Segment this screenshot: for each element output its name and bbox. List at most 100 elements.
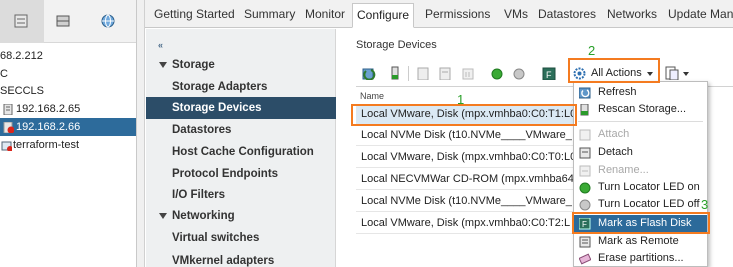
menu-item-mark-as-remote[interactable]: Mark as Remote — [574, 233, 707, 250]
object-tabs: Getting Started Summary Monitor Configur… — [145, 0, 733, 28]
highlight-box-step-3 — [572, 212, 710, 234]
led-off-icon — [579, 199, 591, 211]
tab-datastores[interactable]: Datastores — [534, 3, 600, 28]
nav-io-filters[interactable]: I/O Filters — [146, 184, 336, 206]
menu-item-attach[interactable]: Attach — [574, 126, 707, 143]
toolbar-separator — [408, 66, 409, 81]
column-header-name[interactable]: Name — [360, 91, 384, 101]
menu-item-led-on[interactable]: Turn Locator LED on — [574, 179, 707, 196]
nav-storage-adapters[interactable]: Storage Adapters — [146, 76, 336, 98]
refresh-icon[interactable] — [362, 66, 376, 80]
menu-item-detach[interactable]: Detach — [574, 144, 707, 161]
highlight-box-step-2 — [568, 58, 660, 83]
menu-item-label: Rescan Storage... — [598, 103, 687, 115]
panel-splitter[interactable] — [137, 0, 145, 267]
table-row[interactable]: Local NECVMWar CD-ROM (mpx.vmhba64 — [356, 169, 588, 190]
hosts-icon — [14, 14, 28, 28]
menu-item-rename[interactable]: Rename... — [574, 162, 707, 179]
led-on-icon — [579, 182, 591, 194]
led-off-icon[interactable] — [512, 66, 526, 80]
rename-icon[interactable] — [438, 66, 452, 80]
menu-item-label: Erase partitions... — [598, 252, 684, 264]
nav-protocol-endpoints[interactable]: Protocol Endpoints — [146, 163, 336, 185]
nav-section-label: Networking — [172, 210, 235, 222]
nav-section-storage[interactable]: Storage — [146, 54, 336, 76]
menu-item-rescan-storage[interactable]: Rescan Storage... — [574, 101, 707, 118]
flash-disk-icon[interactable]: F — [542, 66, 556, 80]
caret-down-icon — [159, 62, 167, 68]
menu-item-led-off[interactable]: Turn Locator LED off — [574, 196, 707, 213]
menu-item-label: Refresh — [598, 86, 637, 98]
menu-item-label: Rename... — [598, 164, 649, 176]
vm-warning-icon — [1, 141, 12, 151]
tab-getting-started[interactable]: Getting Started — [150, 3, 239, 28]
tab-summary[interactable]: Summary — [240, 3, 299, 28]
caret-down-icon — [159, 213, 167, 219]
export-list-icon[interactable] — [665, 66, 679, 80]
rescan-icon — [580, 104, 589, 116]
remote-disk-icon — [579, 236, 591, 248]
nav-host-cache-configuration[interactable]: Host Cache Configuration — [146, 141, 336, 163]
menu-item-erase-partitions[interactable]: Erase partitions... — [574, 250, 707, 267]
inventory-tab-network[interactable] — [92, 0, 136, 43]
table-row[interactable]: Local NVMe Disk (t10.NVMe____VMware_ — [356, 125, 588, 146]
network-globe-icon — [101, 14, 115, 28]
attach-icon — [579, 129, 591, 141]
menu-item-label: Turn Locator LED off — [598, 198, 700, 210]
inventory-item[interactable]: SECCLS — [0, 82, 44, 100]
inventory-item[interactable]: 68.2.212 — [0, 47, 43, 65]
table-row[interactable]: Local NVMe Disk (t10.NVMe____VMware_ — [356, 191, 588, 212]
configure-nav: « Storage Storage Adapters Storage Devic… — [146, 29, 336, 267]
inventory-tab-hosts[interactable] — [0, 0, 44, 43]
menu-item-refresh[interactable]: Refresh — [574, 84, 707, 101]
tab-networks[interactable]: Networks — [603, 3, 661, 28]
eraser-icon — [579, 253, 591, 265]
datastore-icon — [56, 15, 70, 27]
attach-icon[interactable] — [388, 66, 402, 80]
annotation-number: 1 — [457, 92, 465, 107]
nav-datastores[interactable]: Datastores — [146, 119, 336, 141]
refresh-icon — [579, 87, 591, 99]
tab-permissions[interactable]: Permissions — [421, 3, 494, 28]
inventory-vm-row[interactable]: terraform-test — [0, 136, 136, 154]
tab-monitor[interactable]: Monitor — [301, 3, 349, 28]
detach-icon[interactable] — [416, 66, 430, 80]
inventory-toolbar — [0, 0, 136, 43]
inventory-tab-storage[interactable] — [46, 0, 90, 43]
inventory-panel: 68.2.212 C SECCLS 192.168.2.65 192.168.2… — [0, 0, 137, 267]
panel-title: Storage Devices — [356, 39, 437, 51]
all-actions-menu: Refresh Rescan Storage... Attach Detach … — [573, 81, 708, 267]
svg-text:F: F — [546, 70, 552, 80]
table-row[interactable]: Local VMware, Disk (mpx.vmhba0:C0:T0:L0 — [356, 147, 588, 168]
collapse-nav-icon[interactable]: « — [158, 40, 163, 50]
nav-section-label: Storage — [172, 59, 215, 71]
host-warning-icon — [3, 122, 14, 133]
inventory-host-row[interactable]: 192.168.2.65 — [0, 100, 136, 118]
vm-label: terraform-test — [13, 139, 80, 151]
inventory-host-row-selected[interactable]: 192.168.2.66 — [0, 118, 136, 136]
highlight-box-step-1 — [351, 104, 577, 126]
menu-item-label: Attach — [598, 128, 630, 140]
detach-icon — [579, 147, 591, 159]
nav-storage-devices[interactable]: Storage Devices — [146, 97, 336, 119]
nav-section-networking[interactable]: Networking — [146, 205, 336, 227]
io-filter-icon[interactable] — [461, 66, 475, 80]
host-label: 192.168.2.66 — [16, 121, 81, 133]
nav-virtual-switches[interactable]: Virtual switches — [146, 227, 336, 249]
menu-item-label: Turn Locator LED on — [598, 181, 700, 193]
chevron-down-icon[interactable] — [683, 72, 689, 76]
menu-item-label: Detach — [598, 146, 633, 158]
led-on-icon[interactable] — [490, 66, 504, 80]
table-row[interactable]: Local VMware, Disk (mpx.vmhba0:C0:T2:L — [356, 213, 588, 234]
inventory-item[interactable]: C — [0, 65, 8, 83]
tab-vms[interactable]: VMs — [500, 3, 532, 28]
annotation-number: 2 — [588, 43, 596, 58]
menu-separator — [578, 121, 703, 122]
menu-item-label: Mark as Remote — [598, 235, 679, 247]
rename-icon — [579, 165, 591, 177]
tab-update-manager[interactable]: Update Mana — [664, 3, 733, 28]
nav-vmkernel-adapters[interactable]: VMkernel adapters — [146, 250, 336, 267]
host-label: 192.168.2.65 — [16, 103, 81, 115]
annotation-number: 3 — [701, 197, 709, 212]
tab-configure[interactable]: Configure — [352, 3, 415, 28]
